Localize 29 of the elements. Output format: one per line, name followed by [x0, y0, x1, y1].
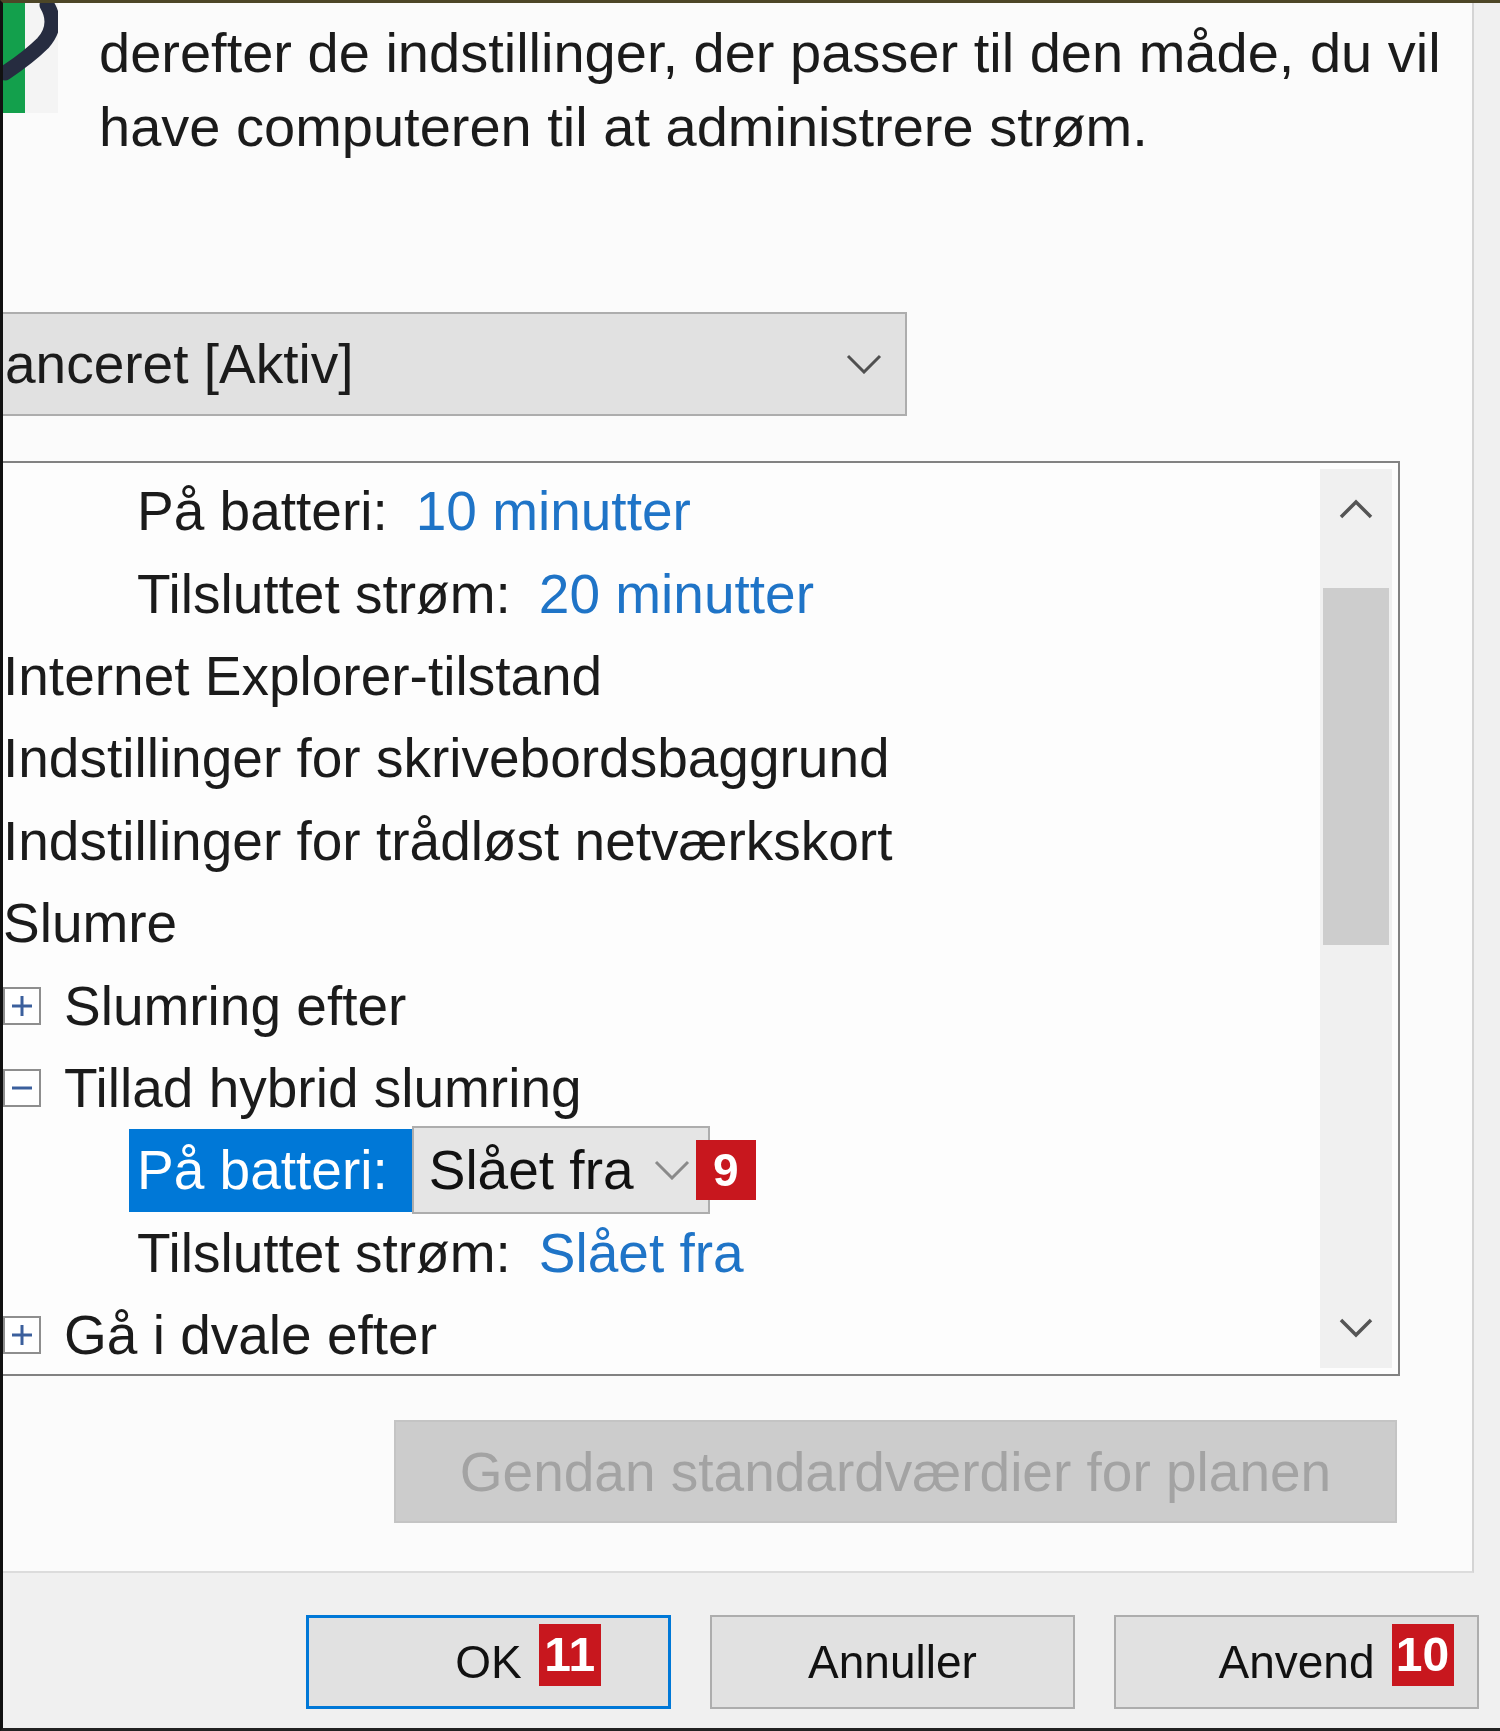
expand-icon[interactable]	[3, 986, 41, 1025]
scroll-up-icon[interactable]	[1339, 499, 1373, 519]
collapse-icon[interactable]	[3, 1068, 41, 1107]
plan-dropdown[interactable]: anceret [Aktiv]	[3, 312, 907, 416]
number-badge: 9	[695, 1140, 756, 1201]
tree-category[interactable]: Indstillinger for skrivebordsbaggrund	[3, 717, 896, 800]
dialog-button[interactable]: Anvend 10	[1114, 1615, 1479, 1709]
dialog-button[interactable]: Annuller	[710, 1615, 1075, 1709]
number-badge: 10	[1391, 1624, 1454, 1686]
dialog-button[interactable]: OK 11	[306, 1615, 671, 1709]
setting-value-link[interactable]: Slået fra	[538, 1220, 744, 1285]
setting-label[interactable]: På batteri:	[129, 470, 412, 553]
chevron-down-icon	[653, 1160, 690, 1181]
tree-category[interactable]: Slumre	[3, 881, 184, 965]
setting-label[interactable]: Tilsluttet strøm:	[129, 552, 535, 635]
setting-value-link[interactable]: 10 minutter	[415, 479, 691, 544]
number-badge: 11	[538, 1624, 601, 1686]
chevron-down-icon	[846, 354, 882, 374]
scroll-down-icon[interactable]	[1339, 1318, 1373, 1338]
tree-category[interactable]: Internet Explorer-tilstand	[3, 634, 609, 718]
expand-icon[interactable]	[3, 1316, 41, 1355]
value-dropdown[interactable]: Slået fra	[411, 1126, 710, 1215]
tree-group[interactable]: Gå i dvale efter	[64, 1293, 443, 1374]
tree-category[interactable]: Indstillinger for trådløst netværkskort	[3, 799, 899, 882]
description-text: derefter de indstillinger, der passer til den måde, du vil have computeren til at administrere strøm.	[99, 20, 1442, 160]
setting-value-link[interactable]: 20 minutter	[538, 561, 814, 626]
scrollbar-thumb[interactable]	[1323, 588, 1389, 945]
tree-group[interactable]: Slumring efter	[64, 964, 413, 1047]
setting-label[interactable]: På batteri:	[129, 1129, 412, 1212]
